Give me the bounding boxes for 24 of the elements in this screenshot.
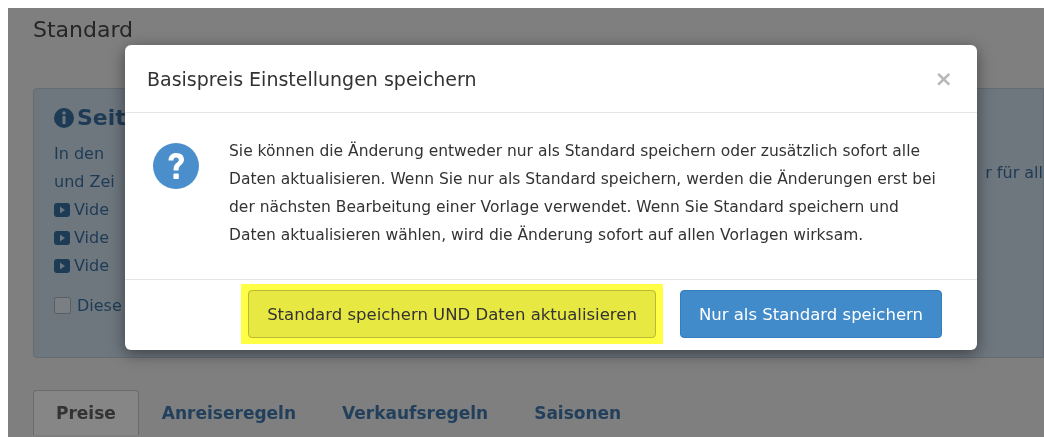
panel-heading: Seit [77,105,126,130]
info-icon [54,107,74,128]
question-icon [153,143,199,189]
panel-text: und Zei [54,171,115,193]
dialog-message: Sie können die Änderung entweder nur als Standard speichern oder zusätzlich sofort alle Daten aktualisieren. Wenn Sie nur als Standard speichern, werden die Änderungen erst bei der nächsten Bearbeitung einer Vorlage verwendet. Wenn Sie Standard speichern und Daten aktualisieren wählen, wird die Änderung sofort auf allen Vorlagen wirksam. [229,140,937,246]
close-button[interactable]: × [934,67,953,90]
video-play-icon [54,259,70,273]
save-default-button[interactable]: Nur als Standard speichern [679,290,942,338]
checkbox[interactable] [54,297,71,314]
page-title: Standard [33,16,134,44]
video-play-icon [54,203,70,217]
video-link[interactable]: Vide [74,196,110,224]
tab[interactable]: Saisonen [511,390,645,435]
video-link[interactable]: Vide [74,224,110,252]
panel-text: r für all [985,162,1043,184]
video-play-icon [54,231,70,245]
tab[interactable]: Anreiseregeln [138,390,320,435]
tab[interactable]: Preise [33,390,139,435]
save-and-update-button[interactable]: Standard speichern UND Daten aktualisieren [248,290,656,338]
panel-text: In den [54,143,105,165]
video-link[interactable]: Vide [74,252,110,280]
checkbox-label: Diese [77,296,122,315]
tab[interactable]: Verkaufsregeln [319,390,512,435]
dialog-title: Basispreis Einstellungen speichern [147,67,477,90]
